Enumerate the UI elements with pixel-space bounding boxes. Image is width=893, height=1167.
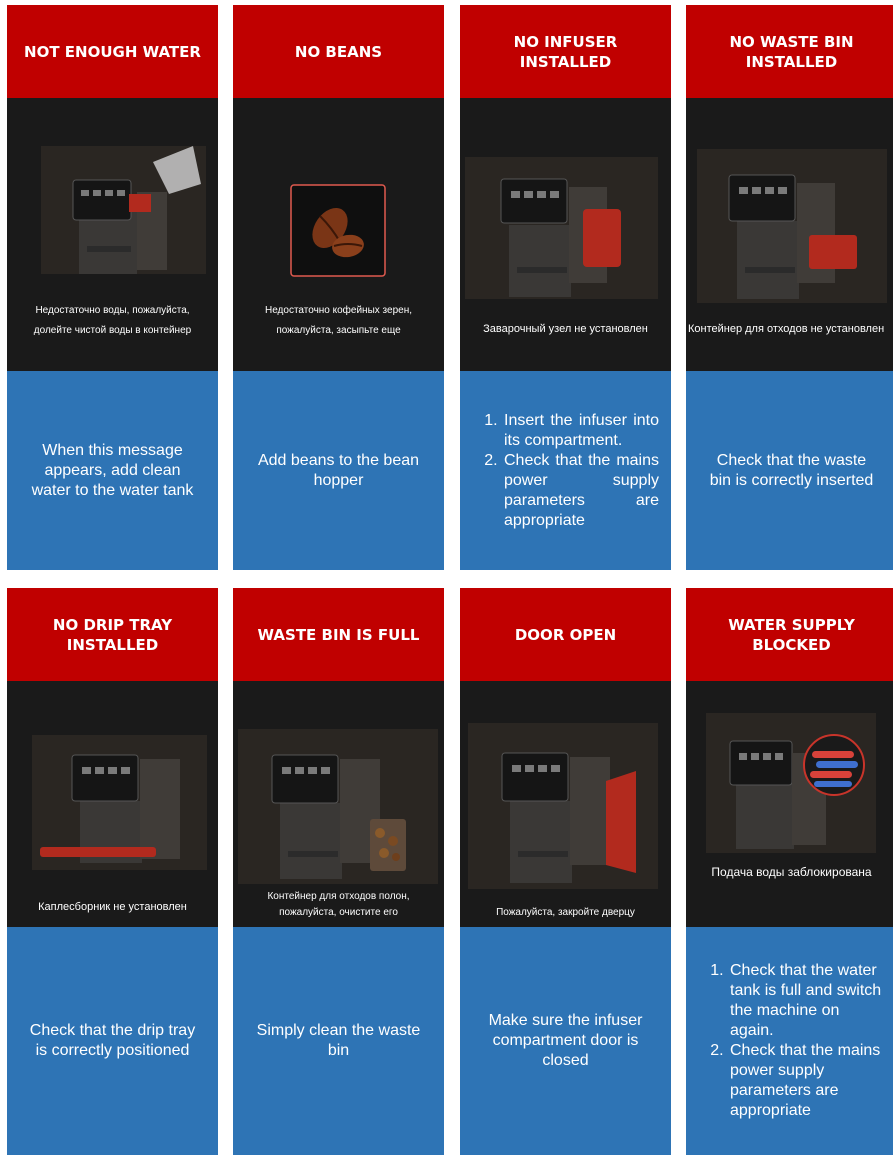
card-not-enough-water: NOT ENOUGH WATER Недостаточно воды, пожа… xyxy=(7,5,218,570)
screen-caption-1: Недостаточно воды, пожалуйста, xyxy=(35,305,190,316)
card-water-supply-blocked: WATER SUPPLY BLOCKED Подача воды заблоки… xyxy=(686,588,893,1155)
card-title: DOOR OPEN xyxy=(460,588,671,681)
machine-screen: Подача воды заблокирована xyxy=(686,681,893,927)
help-text: When this message appears, add clean wat… xyxy=(7,371,218,570)
coffee-machine-drip-tray-icon xyxy=(32,735,207,870)
card-title: NO DRIP TRAY INSTALLED xyxy=(7,588,218,681)
card-waste-bin-is-full: WASTE BIN IS FULL Контейнер для отходов … xyxy=(233,588,444,1155)
screen-caption-1: Контейнер для отходов полон, xyxy=(267,891,410,902)
help-list: Check that the water tank is full and sw… xyxy=(686,927,893,1155)
card-title: NO BEANS xyxy=(233,5,444,98)
card-title: WATER SUPPLY BLOCKED xyxy=(686,588,893,681)
card-title: NO WASTE BIN INSTALLED xyxy=(686,5,893,98)
card-title: WASTE BIN IS FULL xyxy=(233,588,444,681)
help-text: Check that the waste bin is correctly in… xyxy=(686,371,893,570)
coffee-machine-door-open-icon xyxy=(468,723,658,889)
help-step-1: Insert the infuser into its compartment. xyxy=(502,411,659,451)
screen-caption-1: Контейнер для отходов не установлен xyxy=(688,323,885,335)
machine-screen: Пожалуйста, закройте дверцу xyxy=(460,681,671,927)
coffee-machine-water-jug-icon xyxy=(41,146,206,274)
screen-caption-1: Пожалуйста, закройте дверцу xyxy=(496,907,635,918)
help-step-2: Check that the mains power supply parame… xyxy=(502,451,659,531)
machine-screen: Контейнер для отходов полон, пожалуйста,… xyxy=(233,681,444,927)
help-text: Simply clean the waste bin xyxy=(233,927,444,1155)
help-step-2: Check that the mains power supply parame… xyxy=(728,1041,885,1121)
machine-screen: Недостаточно кофейных зерен, пожалуйста,… xyxy=(233,98,444,371)
card-no-infuser-installed: NO INFUSER INSTALLED Заварочный узел не … xyxy=(460,5,671,570)
screen-caption-1: Недостаточно кофейных зерен, xyxy=(264,305,413,316)
coffee-machine-full-bin-icon xyxy=(238,729,438,884)
help-text: Add beans to the bean hopper xyxy=(233,371,444,570)
help-text: Make sure the infuser compartment door i… xyxy=(460,927,671,1155)
screen-caption-2: пожалуйста, очистите его xyxy=(279,907,398,918)
card-title: NO INFUSER INSTALLED xyxy=(460,5,671,98)
machine-screen: Контейнер для отходов не установлен xyxy=(686,98,893,371)
machine-screen: Каплесборник не установлен xyxy=(7,681,218,927)
machine-screen: Заварочный узел не установлен xyxy=(460,98,671,371)
machine-screen: Недостаточно воды, пожалуйста, долейте ч… xyxy=(7,98,218,371)
help-text: Check that the drip tray is correctly po… xyxy=(7,927,218,1155)
card-no-beans: NO BEANS Недостаточно кофейных зерен, по… xyxy=(233,5,444,570)
card-door-open: DOOR OPEN Пожалуйста, закройте дверцу Ma… xyxy=(460,588,671,1155)
coffee-machine-waste-bin-icon xyxy=(697,149,887,303)
coffee-beans-icon xyxy=(290,184,386,277)
screen-caption-2: долейте чистой воды в контейнер xyxy=(33,325,192,336)
card-title: NOT ENOUGH WATER xyxy=(7,5,218,98)
coffee-machine-infuser-icon xyxy=(465,157,658,299)
help-step-1: Check that the water tank is full and sw… xyxy=(728,961,885,1041)
water-supply-blocked-icon xyxy=(706,713,876,853)
screen-caption-1: Заварочный узел не установлен xyxy=(483,323,648,335)
screen-caption-1: Каплесборник не установлен xyxy=(38,901,187,913)
screen-caption-2: пожалуйста, засыпьте еще xyxy=(276,325,401,336)
card-no-waste-bin-installed: NO WASTE BIN INSTALLED Контейнер для отх… xyxy=(686,5,893,570)
card-no-drip-tray-installed: NO DRIP TRAY INSTALLED Каплесборник не у… xyxy=(7,588,218,1155)
screen-caption-1: Подача воды заблокирована xyxy=(711,865,872,879)
help-list: Insert the infuser into its compartment.… xyxy=(460,371,671,570)
